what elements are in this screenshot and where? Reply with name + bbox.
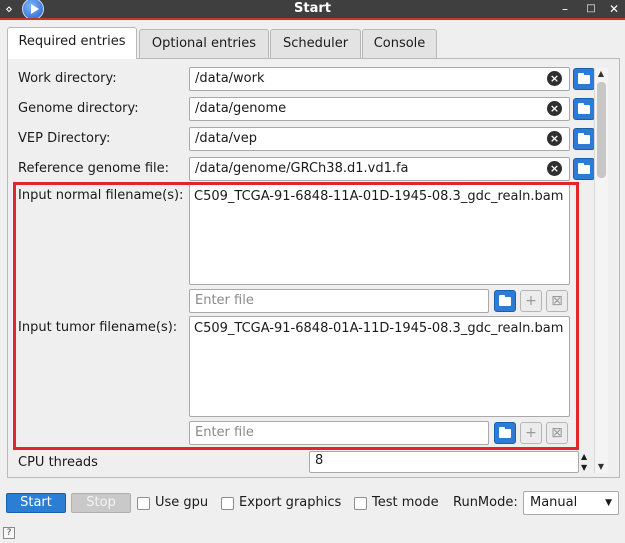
folder-open-icon[interactable] xyxy=(573,98,595,120)
vep-directory-input[interactable]: /data/vep xyxy=(189,127,570,151)
reference-genome-label: Reference genome file: xyxy=(18,161,170,176)
test-mode-label: Test mode xyxy=(372,495,439,510)
tab-optional-entries[interactable]: Optional entries xyxy=(139,29,269,58)
tab-scheduler[interactable]: Scheduler xyxy=(270,29,361,58)
spin-down-icon[interactable]: ▼ xyxy=(581,462,591,473)
start-button[interactable]: Start xyxy=(6,493,66,513)
scroll-down-icon[interactable]: ▼ xyxy=(594,462,608,472)
maximize-icon[interactable]: □ xyxy=(582,0,600,18)
scroll-up-icon[interactable]: ▲ xyxy=(594,69,608,79)
clear-icon[interactable]: × xyxy=(547,161,562,176)
scrollbar-thumb[interactable] xyxy=(597,82,606,178)
test-mode-checkbox[interactable] xyxy=(354,497,367,510)
folder-open-icon[interactable] xyxy=(573,158,595,180)
use-gpu-label: Use gpu xyxy=(155,495,209,510)
highlight-box xyxy=(13,182,579,450)
window-title: Start xyxy=(294,1,331,16)
clear-icon[interactable]: × xyxy=(547,71,562,86)
runmode-label: RunMode: xyxy=(453,495,518,510)
minimize-icon[interactable]: – xyxy=(556,0,574,18)
genome-directory-input[interactable]: /data/genome xyxy=(189,97,570,121)
export-graphics-checkbox[interactable] xyxy=(221,497,234,510)
stop-button[interactable]: Stop xyxy=(71,493,131,513)
title-accent-line xyxy=(0,18,625,20)
clear-icon[interactable]: × xyxy=(547,131,562,146)
tab-console[interactable]: Console xyxy=(362,29,437,58)
cpu-threads-label: CPU threads xyxy=(18,455,98,470)
use-gpu-checkbox[interactable] xyxy=(137,497,150,510)
vep-directory-label: VEP Directory: xyxy=(18,131,111,146)
title-bar: ⋄ Start – □ ✕ xyxy=(0,0,625,20)
clear-icon[interactable]: × xyxy=(547,101,562,116)
close-icon[interactable]: ✕ xyxy=(605,0,623,18)
spin-up-icon[interactable]: ▲ xyxy=(581,451,591,462)
work-directory-label: Work directory: xyxy=(18,71,117,86)
genome-directory-label: Genome directory: xyxy=(18,101,139,116)
cpu-threads-spinbox[interactable]: 8 xyxy=(309,451,579,473)
folder-open-icon[interactable] xyxy=(573,128,595,150)
folder-open-icon[interactable] xyxy=(573,68,595,90)
runmode-select[interactable]: Manual ▼ xyxy=(523,491,619,515)
chevron-down-icon: ▼ xyxy=(605,498,612,508)
export-graphics-label: Export graphics xyxy=(239,495,342,510)
help-icon[interactable]: ? xyxy=(3,527,15,539)
tab-required-entries[interactable]: Required entries xyxy=(7,27,137,59)
reference-genome-input[interactable]: /data/genome/GRCh38.d1.vd1.fa xyxy=(189,157,570,181)
runmode-value: Manual xyxy=(530,495,578,510)
work-directory-input[interactable]: /data/work xyxy=(189,67,570,91)
